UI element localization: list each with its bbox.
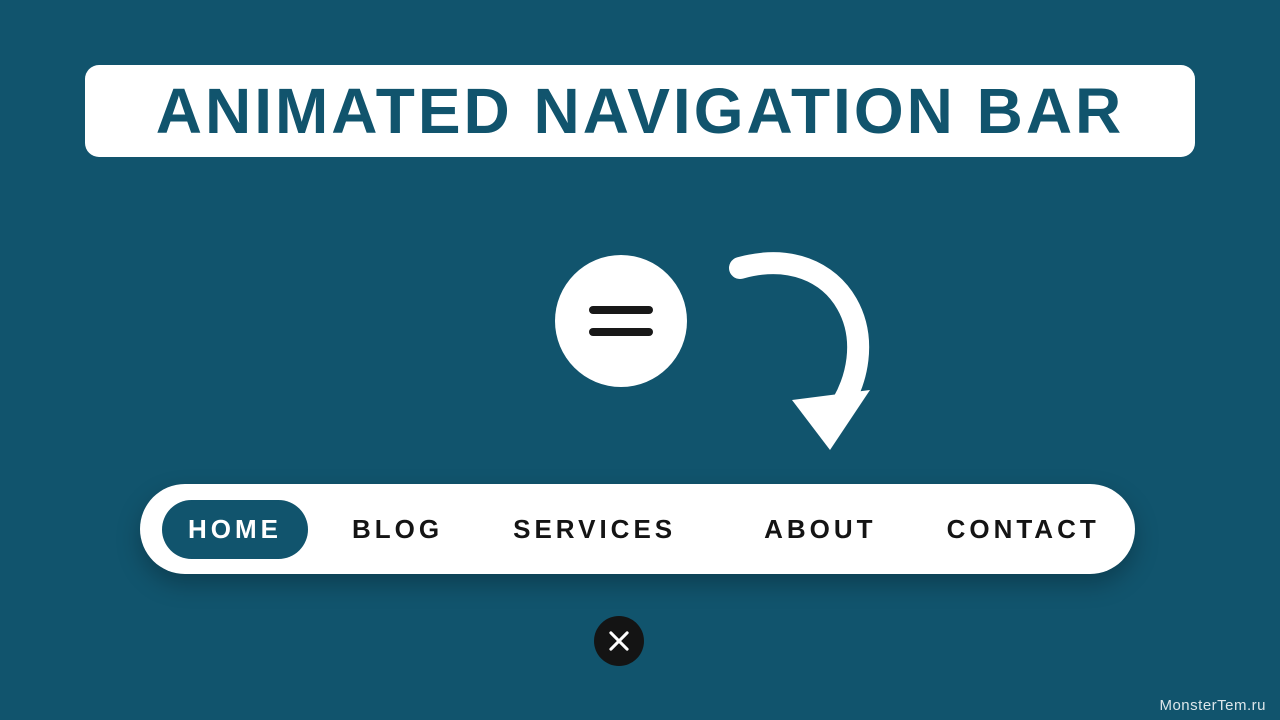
hamburger-icon bbox=[589, 306, 653, 314]
nav-item-about[interactable]: ABOUT bbox=[738, 500, 902, 559]
hamburger-toggle-button[interactable] bbox=[555, 255, 687, 387]
nav-item-contact[interactable]: CONTACT bbox=[921, 500, 1126, 559]
nav-item-home[interactable]: HOME bbox=[162, 500, 308, 559]
title-banner: ANIMATED NAVIGATION BAR bbox=[85, 65, 1195, 157]
nav-item-services[interactable]: SERVICES bbox=[487, 500, 702, 559]
nav-item-blog[interactable]: BLOG bbox=[326, 500, 469, 559]
close-button[interactable] bbox=[594, 616, 644, 666]
navigation-bar: HOME BLOG SERVICES ABOUT CONTACT bbox=[140, 484, 1135, 574]
watermark: MonsterTem.ru bbox=[1159, 697, 1266, 714]
curved-arrow-icon bbox=[720, 250, 890, 460]
close-icon bbox=[606, 628, 632, 654]
hamburger-icon bbox=[589, 328, 653, 336]
page-title: ANIMATED NAVIGATION BAR bbox=[115, 79, 1165, 143]
